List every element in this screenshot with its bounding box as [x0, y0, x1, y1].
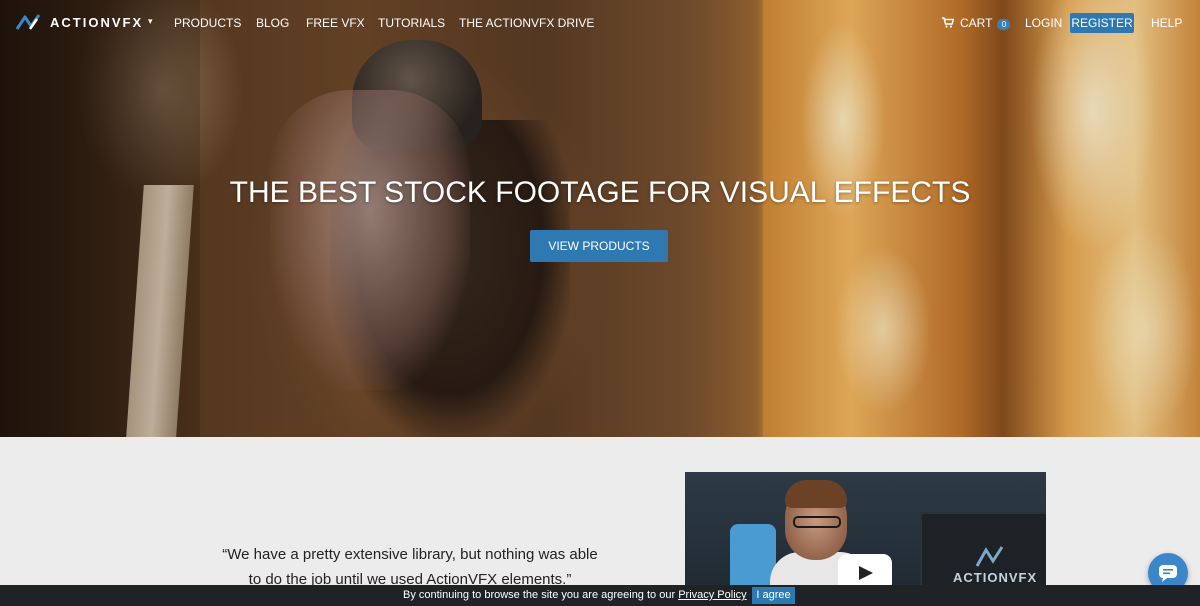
nav-tutorials[interactable]: TUTORIALS	[378, 16, 445, 30]
cart-count-badge: 0	[997, 19, 1011, 30]
logo[interactable]: ACTIONVFX	[16, 13, 143, 31]
nav-blog[interactable]: BLOG	[256, 16, 289, 30]
video-brand-text: ACTIONVFX	[953, 570, 1038, 585]
chat-icon	[1159, 565, 1177, 582]
hero-title: THE BEST STOCK FOOTAGE FOR VISUAL EFFECT…	[229, 176, 971, 209]
actionvfx-logo-icon	[16, 14, 41, 30]
chevron-down-icon[interactable]: ▾	[148, 16, 153, 27]
logo-text: ACTIONVFX	[50, 14, 144, 30]
login-link[interactable]: LOGIN	[1025, 16, 1062, 30]
help-link[interactable]: HELP	[1151, 16, 1182, 30]
view-products-button[interactable]: VIEW PRODUCTS	[530, 230, 668, 262]
nav-free-vfx[interactable]: FREE VFX	[306, 16, 365, 30]
nav-products[interactable]: PRODUCTS	[174, 16, 241, 30]
page: THE BEST STOCK FOOTAGE FOR VISUAL EFFECT…	[0, 0, 1200, 606]
agree-button[interactable]: I agree	[752, 587, 795, 604]
play-icon	[859, 566, 873, 580]
cookie-text: By continuing to browse the site you are…	[403, 589, 676, 601]
hero-banner: THE BEST STOCK FOOTAGE FOR VISUAL EFFECT…	[0, 0, 1200, 437]
actionvfx-logo-icon	[975, 546, 1004, 567]
quote-line-1: “We have a pretty extensive library, but…	[222, 546, 598, 563]
register-button[interactable]: REGISTER	[1070, 13, 1134, 33]
cookie-consent-bar: By continuing to browse the site you are…	[0, 585, 1200, 606]
cart-link[interactable]: CART 0	[942, 15, 1011, 30]
nav-actionvfx-drive[interactable]: THE ACTIONVFX DRIVE	[459, 16, 594, 30]
privacy-policy-link[interactable]: Privacy Policy	[678, 589, 746, 601]
cart-icon	[942, 17, 954, 28]
top-navigation: ACTIONVFX ▾ PRODUCTS BLOG FREE VFX TUTOR…	[0, 0, 1200, 46]
cart-label: CART	[960, 15, 993, 30]
